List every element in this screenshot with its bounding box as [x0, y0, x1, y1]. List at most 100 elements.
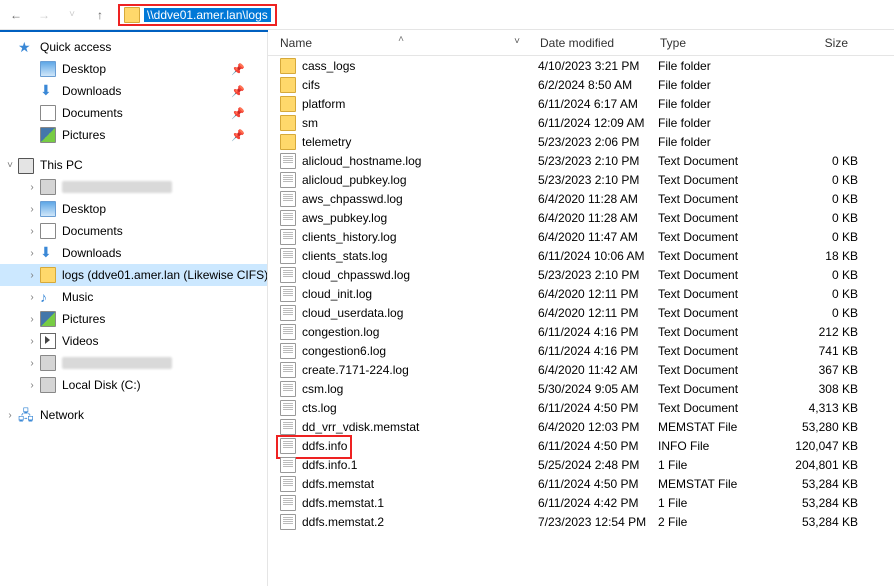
expand-icon[interactable]: › — [26, 314, 38, 325]
file-name: ddfs.info — [302, 439, 538, 453]
qa-documents[interactable]: Documents📌 — [0, 102, 267, 124]
quick-access[interactable]: ★ Quick access — [0, 36, 267, 58]
file-size: 0 KB — [778, 154, 888, 168]
documents-icon — [40, 105, 56, 121]
file-row[interactable]: clients_stats.log6/11/2024 10:06 AMText … — [268, 246, 894, 265]
file-row[interactable]: sm6/11/2024 12:09 AMFile folder — [268, 113, 894, 132]
file-row[interactable]: ddfs.info6/11/2024 4:50 PMINFO File120,0… — [268, 436, 894, 455]
pc-item[interactable]: ›Videos — [0, 330, 267, 352]
file-icon — [280, 400, 296, 416]
pictures-icon — [40, 127, 56, 143]
expand-icon[interactable]: › — [26, 226, 38, 237]
expand-icon[interactable]: › — [26, 380, 38, 391]
pc-item[interactable]: › Documents — [0, 220, 267, 242]
file-type: Text Document — [658, 401, 778, 415]
nav-back-icon[interactable]: ← — [6, 5, 26, 25]
file-row[interactable]: cloud_init.log6/4/2020 12:11 PMText Docu… — [268, 284, 894, 303]
file-name: platform — [302, 97, 538, 111]
column-date[interactable]: Date modified — [528, 36, 648, 50]
expand-icon[interactable]: › — [26, 292, 38, 303]
file-row[interactable]: congestion.log6/11/2024 4:16 PMText Docu… — [268, 322, 894, 341]
file-icon — [280, 495, 296, 511]
file-size: 0 KB — [778, 306, 888, 320]
pin-icon: 📌 — [231, 107, 245, 120]
address-path[interactable]: \\ddve01.amer.lan\logs — [144, 8, 271, 22]
file-row[interactable]: ddfs.memstat.16/11/2024 4:42 PM1 File53,… — [268, 493, 894, 512]
expand-icon[interactable]: › — [26, 270, 38, 281]
file-row[interactable]: congestion6.log6/11/2024 4:16 PMText Doc… — [268, 341, 894, 360]
nav-forward-icon[interactable]: → — [34, 5, 54, 25]
file-row[interactable]: cifs6/2/2024 8:50 AMFile folder — [268, 75, 894, 94]
file-row[interactable]: ddfs.memstat6/11/2024 4:50 PMMEMSTAT Fil… — [268, 474, 894, 493]
file-row[interactable]: csm.log5/30/2024 9:05 AMText Document308… — [268, 379, 894, 398]
file-type: File folder — [658, 116, 778, 130]
quick-access-label: Quick access — [40, 40, 111, 54]
address-input-highlight: \\ddve01.amer.lan\logs — [118, 4, 277, 26]
pc-item[interactable]: ›Pictures — [0, 308, 267, 330]
network[interactable]: › 🖧 Network — [0, 404, 267, 426]
file-row[interactable]: telemetry5/23/2023 2:06 PMFile folder — [268, 132, 894, 151]
folder-icon — [280, 134, 296, 150]
file-size: 0 KB — [778, 192, 888, 206]
pc-item[interactable]: ›Desktop — [0, 198, 267, 220]
pc-item[interactable]: ›♪Music — [0, 286, 267, 308]
pc-item[interactable]: › — [0, 352, 267, 374]
qa-desktop[interactable]: Desktop📌 — [0, 58, 267, 80]
nav-recent-icon[interactable]: ˅ — [62, 5, 82, 25]
file-icon — [280, 286, 296, 302]
file-name: create.7171-224.log — [302, 363, 538, 377]
nav-up-icon[interactable]: ↑ — [90, 5, 110, 25]
file-row[interactable]: alicloud_pubkey.log5/23/2023 2:10 PMText… — [268, 170, 894, 189]
pc-item[interactable]: ›⬇Downloads — [0, 242, 267, 264]
folder-icon — [280, 96, 296, 112]
navigation-pane: ★ Quick access Desktop📌 ⬇Downloads📌 Docu… — [0, 30, 268, 586]
column-name[interactable]: Name ˄ ˅ — [268, 36, 528, 50]
file-icon — [280, 191, 296, 207]
pc-item[interactable]: › — [0, 176, 267, 198]
expand-icon[interactable]: › — [4, 410, 16, 421]
file-name: clients_stats.log — [302, 249, 538, 263]
file-size: 120,047 KB — [778, 439, 888, 453]
file-row[interactable]: clients_history.log6/4/2020 11:47 AMText… — [268, 227, 894, 246]
this-pc[interactable]: ˅ This PC — [0, 154, 267, 176]
ico-downloads-icon: ⬇ — [40, 245, 56, 261]
file-row[interactable]: dd_vrr_vdisk.memstat6/4/2020 12:03 PMMEM… — [268, 417, 894, 436]
file-date: 4/10/2023 3:21 PM — [538, 59, 658, 73]
file-row[interactable]: ddfs.info.15/25/2024 2:48 PM1 File204,80… — [268, 455, 894, 474]
file-row[interactable]: alicloud_hostname.log5/23/2023 2:10 PMTe… — [268, 151, 894, 170]
file-row[interactable]: ddfs.memstat.27/23/2023 12:54 PM2 File53… — [268, 512, 894, 531]
column-size[interactable]: Size — [768, 36, 878, 50]
downloads-icon: ⬇ — [40, 83, 56, 99]
expand-icon[interactable]: › — [26, 248, 38, 259]
file-name: csm.log — [302, 382, 538, 396]
file-date: 6/11/2024 4:16 PM — [538, 325, 658, 339]
file-list-pane: Name ˄ ˅ Date modified Type Size cass_lo… — [268, 30, 894, 586]
file-row[interactable]: create.7171-224.log6/4/2020 11:42 AMText… — [268, 360, 894, 379]
file-row[interactable]: cts.log6/11/2024 4:50 PMText Document4,3… — [268, 398, 894, 417]
expand-icon[interactable]: › — [26, 182, 38, 193]
expand-icon[interactable]: › — [26, 336, 38, 347]
folder-icon — [280, 58, 296, 74]
expand-icon[interactable]: › — [26, 204, 38, 215]
file-row[interactable]: aws_chpasswd.log6/4/2020 11:28 AMText Do… — [268, 189, 894, 208]
file-row[interactable]: cloud_userdata.log6/4/2020 12:11 PMText … — [268, 303, 894, 322]
qa-downloads[interactable]: ⬇Downloads📌 — [0, 80, 267, 102]
file-date: 6/4/2020 11:47 AM — [538, 230, 658, 244]
file-row[interactable]: aws_pubkey.log6/4/2020 11:28 AMText Docu… — [268, 208, 894, 227]
column-type[interactable]: Type — [648, 36, 768, 50]
expand-icon[interactable]: › — [26, 358, 38, 369]
address-bar: ← → ˅ ↑ \\ddve01.amer.lan\logs — [0, 0, 894, 30]
column-dropdown-icon[interactable]: ˅ — [514, 36, 520, 47]
file-date: 5/23/2023 2:10 PM — [538, 154, 658, 168]
column-headers: Name ˄ ˅ Date modified Type Size — [268, 30, 894, 56]
expand-icon[interactable]: ˅ — [4, 160, 16, 171]
file-name: aws_pubkey.log — [302, 211, 538, 225]
pc-item[interactable]: ›logs (ddve01.amer.lan (Likewise CIFS)) — [0, 264, 267, 286]
pc-item-label: Documents — [62, 224, 123, 238]
redacted-label — [62, 357, 172, 369]
qa-pictures[interactable]: Pictures📌 — [0, 124, 267, 146]
file-row[interactable]: cloud_chpasswd.log5/23/2023 2:10 PMText … — [268, 265, 894, 284]
pc-item[interactable]: ›Local Disk (C:) — [0, 374, 267, 396]
file-row[interactable]: cass_logs4/10/2023 3:21 PMFile folder — [268, 56, 894, 75]
file-row[interactable]: platform6/11/2024 6:17 AMFile folder — [268, 94, 894, 113]
